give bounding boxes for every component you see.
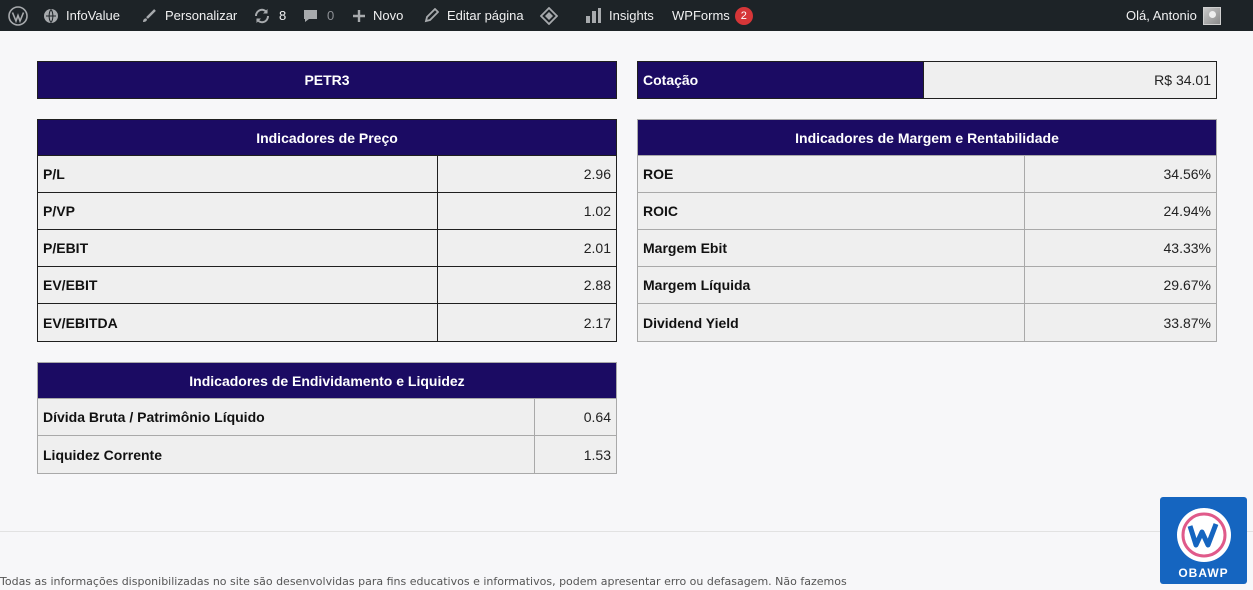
table-row: P/VP 1.02 [38, 193, 616, 230]
footer-divider [0, 531, 1253, 532]
margin-indicators-table: Indicadores de Margem e Rentabilidade RO… [637, 119, 1217, 342]
table-row: EV/EBIT 2.88 [38, 267, 616, 304]
new-content-link[interactable]: Novo [352, 0, 403, 31]
table-row: Margem Ebit 43.33% [638, 230, 1216, 267]
updates-icon [253, 7, 271, 25]
row-label: Dividend Yield [638, 304, 1025, 341]
edit-page-label: Editar página [447, 8, 524, 23]
quote-box: Cotação R$ 34.01 [637, 61, 1217, 99]
margin-indicators-title: Indicadores de Margem e Rentabilidade [638, 120, 1216, 156]
obawp-badge-widget[interactable]: OBAWP [1160, 497, 1247, 584]
footer-disclaimer: Todas as informações disponibilizadas no… [0, 575, 847, 588]
wpforms-label: WPForms [672, 8, 730, 23]
row-label: Dívida Bruta / Patrimônio Líquido [38, 399, 535, 435]
updates-count: 8 [279, 8, 287, 23]
ticker-header: PETR3 [37, 61, 617, 99]
customize-link[interactable]: Personalizar [141, 0, 237, 31]
row-value: 2.17 [583, 314, 611, 331]
row-value: 24.94% [1163, 203, 1211, 219]
greeting: Olá, Antonio [1126, 8, 1197, 23]
row-value: 1.53 [583, 446, 611, 463]
row-value: 2.96 [583, 166, 611, 182]
table-row: P/L 2.96 [38, 156, 616, 193]
insights-label: Insights [609, 8, 654, 23]
row-value: 34.56% [1163, 166, 1211, 182]
row-value: 29.67% [1163, 277, 1211, 293]
table-row: P/EBIT 2.01 [38, 230, 616, 267]
row-label: EV/EBIT [38, 267, 438, 303]
row-value: 0.64 [583, 409, 611, 425]
ticker-symbol: PETR3 [304, 72, 350, 88]
row-label: Liquidez Corrente [38, 436, 535, 473]
wpforms-link[interactable]: WPForms 2 [672, 0, 753, 31]
row-value: 2.01 [583, 240, 611, 256]
edit-page-link[interactable]: Editar página [424, 0, 524, 31]
comments-link[interactable]: 0 [302, 0, 334, 31]
row-label: ROE [638, 156, 1025, 192]
plus-icon [352, 9, 366, 23]
brush-icon [141, 8, 157, 24]
price-indicators-table: Indicadores de Preço P/L 2.96 P/VP 1.02 … [37, 119, 617, 342]
quote-label: Cotação [638, 62, 924, 98]
quote-value: R$ 34.01 [1154, 72, 1211, 88]
comments-count: 0 [327, 8, 335, 23]
table-row: Liquidez Corrente 1.53 [38, 436, 616, 473]
table-row: ROIC 24.94% [638, 193, 1216, 230]
row-value: 43.33% [1163, 240, 1211, 256]
obawp-label: OBAWP [1178, 566, 1229, 580]
row-value: 2.88 [583, 277, 611, 293]
wordpress-logo-icon[interactable] [8, 0, 28, 31]
row-label: ROIC [638, 193, 1025, 229]
row-label: Margem Líquida [638, 267, 1025, 303]
plugin-diamond-icon[interactable] [540, 0, 558, 31]
table-row: EV/EBITDA 2.17 [38, 304, 616, 341]
row-value: 33.87% [1163, 314, 1211, 331]
home-icon [43, 8, 59, 24]
row-value: 1.02 [583, 203, 611, 219]
updates-link[interactable]: 8 [253, 0, 286, 31]
site-name: InfoValue [66, 8, 120, 23]
table-row: Dívida Bruta / Patrimônio Líquido 0.64 [38, 399, 616, 436]
table-row: Margem Líquida 29.67% [638, 267, 1216, 304]
pencil-icon [424, 8, 439, 23]
wpforms-badge: 2 [734, 6, 753, 25]
admin-bar: InfoValue Personalizar 8 0 Novo Editar p… [0, 0, 1253, 31]
table-row: Dividend Yield 33.87% [638, 304, 1216, 341]
debt-indicators-table: Indicadores de Endividamento e Liquidez … [37, 362, 617, 474]
bar-chart-icon [585, 7, 602, 24]
row-label: Margem Ebit [638, 230, 1025, 266]
site-name-link[interactable]: InfoValue [43, 0, 120, 31]
my-account-link[interactable]: Olá, Antonio [1126, 0, 1221, 31]
price-indicators-title: Indicadores de Preço [38, 120, 616, 156]
avatar [1202, 6, 1221, 25]
obawp-logo-icon [1176, 508, 1231, 562]
table-row: ROE 34.56% [638, 156, 1216, 193]
debt-indicators-title: Indicadores de Endividamento e Liquidez [38, 363, 616, 399]
row-label: P/L [38, 156, 438, 192]
row-label: EV/EBITDA [38, 304, 438, 341]
comment-icon [302, 8, 319, 24]
customize-label: Personalizar [165, 8, 238, 23]
row-label: P/VP [38, 193, 438, 229]
new-label: Novo [373, 8, 404, 23]
row-label: P/EBIT [38, 230, 438, 266]
insights-link[interactable]: Insights [585, 0, 654, 31]
